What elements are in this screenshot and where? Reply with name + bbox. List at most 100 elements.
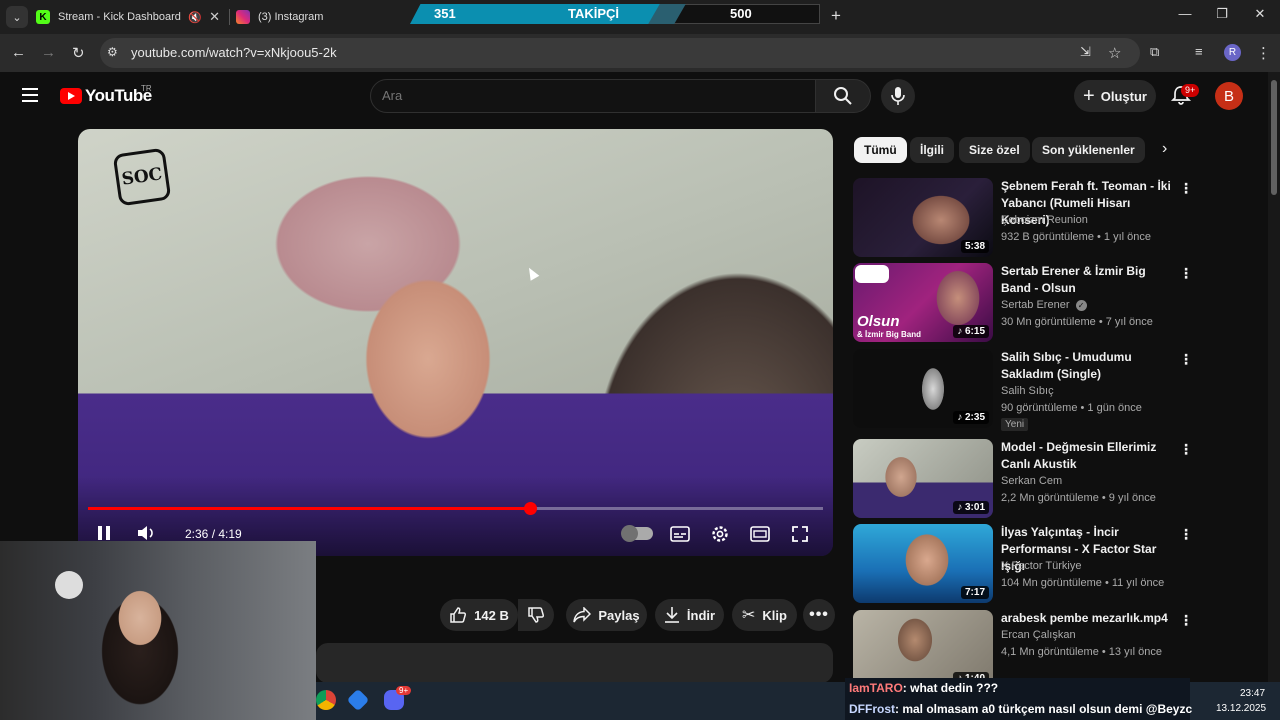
channel-name[interactable]: Salih Sıbıç bbox=[1001, 385, 1054, 397]
kick-icon: K bbox=[36, 10, 50, 24]
close-tab-icon[interactable]: ✕ bbox=[209, 9, 220, 25]
video-title[interactable]: Sertab Erener & İzmir Big Band - Olsun bbox=[1001, 263, 1173, 297]
video-thumbnail[interactable]: 5:38 bbox=[853, 178, 993, 257]
clip-button[interactable]: ✂ Klip bbox=[732, 599, 797, 631]
follower-goal-overlay: 351 TAKİPÇİ 500 bbox=[410, 4, 820, 24]
video-thumbnail[interactable]: 7:17 bbox=[853, 524, 993, 603]
back-icon[interactable]: ← bbox=[11, 44, 26, 61]
recommendation-item[interactable]: 5:38 Şebnem Ferah ft. Teoman - İki Yaban… bbox=[853, 178, 1193, 258]
more-vertical-icon[interactable]: ⋮ bbox=[1179, 351, 1193, 368]
site-info-icon[interactable]: ⚙ bbox=[107, 45, 118, 59]
download-button[interactable]: İndir bbox=[655, 599, 724, 631]
new-tab-icon[interactable]: + bbox=[831, 6, 841, 26]
close-window-icon[interactable]: ✕ bbox=[1245, 6, 1275, 22]
progress-bar[interactable] bbox=[88, 502, 823, 515]
recommendation-item[interactable]: 7:17 İlyas Yalçıntaş - İncir Performansı… bbox=[853, 524, 1193, 604]
more-vertical-icon[interactable]: ⋮ bbox=[1179, 441, 1193, 458]
share-icon bbox=[573, 607, 592, 623]
tab-divider bbox=[229, 9, 230, 25]
channel-name[interactable]: Şeboizm Reunion bbox=[1001, 214, 1088, 226]
chat-username: IamTARO bbox=[849, 681, 903, 695]
clock-date[interactable]: 13.12.2025 bbox=[1216, 703, 1266, 714]
channel-name[interactable]: Serkan Cem bbox=[1001, 475, 1062, 487]
tab-search-dropdown[interactable]: ⌄ bbox=[6, 6, 28, 28]
chat-message: DFFrost: mal olmasam a0 türkçem nasıl ol… bbox=[849, 702, 1192, 716]
description-box[interactable] bbox=[316, 643, 833, 683]
channel-name[interactable]: Ercan Çalışkan bbox=[1001, 629, 1076, 641]
video-duration: ♪ 2:35 bbox=[953, 411, 989, 424]
tab-kick-dashboard[interactable]: K Stream - Kick Dashboard 🔇 ✕ bbox=[36, 4, 226, 30]
more-vertical-icon[interactable]: ⋮ bbox=[1179, 612, 1193, 629]
like-button[interactable]: 142 B bbox=[440, 599, 518, 631]
url-text[interactable]: youtube.com/watch?v=xNkjoou5-2k bbox=[131, 45, 337, 60]
minimize-icon[interactable]: — bbox=[1170, 6, 1200, 21]
browser-menu-icon[interactable]: ⋮ bbox=[1256, 44, 1271, 62]
media-control-icon[interactable]: ≡ bbox=[1195, 44, 1203, 59]
more-actions-button[interactable]: ••• bbox=[803, 599, 835, 631]
page-scrollbar[interactable] bbox=[1268, 72, 1280, 682]
chrome-icon[interactable] bbox=[316, 690, 336, 710]
app-icon[interactable] bbox=[346, 688, 370, 712]
recommendation-item[interactable]: ♪ 2:35 Salih Sıbıç - Umudumu Sakladım (S… bbox=[853, 349, 1193, 431]
theater-mode-icon[interactable] bbox=[750, 526, 770, 542]
reload-icon[interactable]: ↻ bbox=[72, 44, 85, 62]
video-meta: 104 Mn görüntüleme • 11 yıl önce bbox=[1001, 577, 1165, 589]
video-meta: 2,2 Mn görüntüleme • 9 yıl önce bbox=[1001, 492, 1156, 504]
video-thumbnail[interactable]: Olsun & İzmir Big Band ♪ 6:15 bbox=[853, 263, 993, 342]
dislike-button[interactable] bbox=[518, 599, 554, 631]
download-icon bbox=[664, 607, 679, 623]
youtube-logo-icon[interactable] bbox=[60, 88, 82, 104]
clock-time[interactable]: 23:47 bbox=[1240, 688, 1265, 699]
more-vertical-icon[interactable]: ⋮ bbox=[1179, 180, 1193, 197]
chip-all[interactable]: Tümü bbox=[854, 137, 907, 163]
video-meta: 4,1 Mn görüntüleme • 13 yıl önce bbox=[1001, 646, 1162, 658]
channel-watermark: SOC bbox=[112, 147, 172, 207]
install-app-icon[interactable]: ⇲ bbox=[1080, 44, 1091, 60]
mute-icon[interactable]: 🔇 bbox=[188, 11, 202, 24]
search-input[interactable] bbox=[382, 88, 802, 103]
microphone-icon bbox=[891, 87, 905, 105]
search-button[interactable] bbox=[815, 79, 871, 113]
subtitles-icon[interactable] bbox=[670, 526, 690, 542]
share-button[interactable]: Paylaş bbox=[566, 599, 647, 631]
recommendation-item[interactable]: Olsun & İzmir Big Band ♪ 6:15 Sertab Ere… bbox=[853, 263, 1193, 343]
scrollbar-thumb[interactable] bbox=[1271, 80, 1277, 195]
pause-icon[interactable] bbox=[97, 525, 111, 541]
video-player[interactable]: SOC 2:36 / 4:19 bbox=[78, 129, 833, 556]
voice-search-button[interactable] bbox=[881, 79, 915, 113]
chip-for-you[interactable]: Size özel bbox=[959, 137, 1030, 163]
chips-next-icon[interactable]: › bbox=[1162, 140, 1167, 158]
thumbs-down-icon bbox=[528, 607, 545, 623]
extensions-icon[interactable]: ⧉ bbox=[1150, 44, 1159, 60]
channel-name-text: Sertab Erener bbox=[1001, 299, 1070, 311]
restore-icon[interactable]: ❐ bbox=[1207, 6, 1237, 22]
forward-icon[interactable]: → bbox=[41, 44, 56, 61]
tab-instagram[interactable]: (3) Instagram bbox=[236, 4, 426, 30]
video-title[interactable]: Model - Değmesin Ellerimiz Canlı Akustik bbox=[1001, 439, 1173, 473]
more-vertical-icon[interactable]: ⋮ bbox=[1179, 265, 1193, 282]
fullscreen-icon[interactable] bbox=[791, 525, 809, 543]
profile-avatar[interactable]: R bbox=[1224, 44, 1241, 61]
menu-icon[interactable] bbox=[22, 88, 38, 102]
account-avatar[interactable]: B bbox=[1215, 82, 1243, 110]
follower-label: TAKİPÇİ bbox=[568, 6, 620, 21]
chip-recent-uploads[interactable]: Son yüklenenler bbox=[1032, 137, 1145, 163]
create-button[interactable]: + Oluştur bbox=[1074, 80, 1156, 112]
chip-related[interactable]: İlgili bbox=[910, 137, 954, 163]
settings-gear-icon[interactable] bbox=[710, 524, 730, 544]
volume-icon[interactable] bbox=[136, 524, 158, 542]
video-thumbnail[interactable]: ♪ 2:35 bbox=[853, 349, 993, 428]
new-badge: Yeni bbox=[1001, 418, 1029, 431]
more-horizontal-icon: ••• bbox=[809, 606, 829, 623]
create-label: Oluştur bbox=[1100, 88, 1147, 104]
music-note-icon: ♪ bbox=[957, 502, 965, 513]
video-title[interactable]: Salih Sıbıç - Umudumu Sakladım (Single) bbox=[1001, 349, 1173, 383]
autoplay-toggle[interactable] bbox=[621, 525, 653, 542]
channel-name[interactable]: Sertab Erener ✓ bbox=[1001, 299, 1087, 311]
video-title[interactable]: arabesk pembe mezarlık.mp4 bbox=[1001, 610, 1173, 627]
channel-name[interactable]: X Factor Türkiye bbox=[1001, 560, 1082, 572]
more-vertical-icon[interactable]: ⋮ bbox=[1179, 526, 1193, 543]
recommendation-item[interactable]: ♪ 3:01 Model - Değmesin Ellerimiz Canlı … bbox=[853, 439, 1193, 519]
bookmark-star-icon[interactable]: ☆ bbox=[1108, 44, 1121, 62]
video-thumbnail[interactable]: ♪ 3:01 bbox=[853, 439, 993, 518]
